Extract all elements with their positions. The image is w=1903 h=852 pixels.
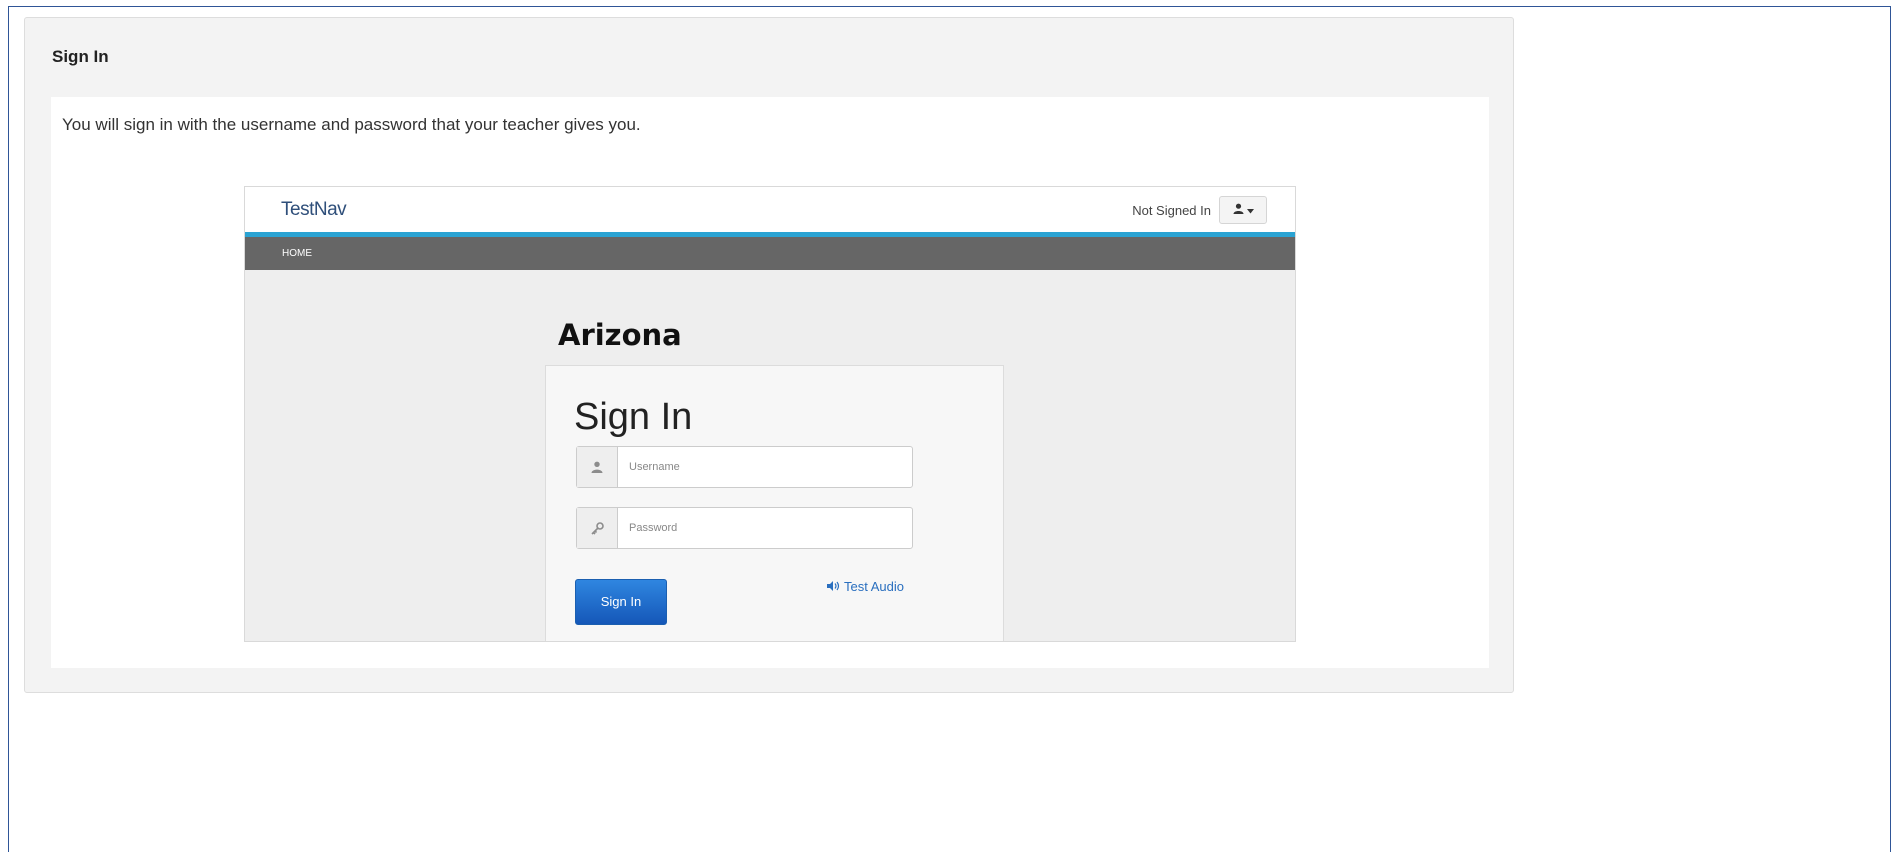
sign-in-status: Not Signed In (1132, 203, 1211, 218)
sign-in-button[interactable]: Sign In (575, 579, 667, 625)
test-audio-label: Test Audio (844, 579, 904, 594)
username-input[interactable] (618, 447, 912, 487)
password-group (576, 507, 913, 549)
testnav-screenshot: TestNav Not Signed In HOME Arizona Sign … (244, 186, 1296, 642)
instruction-panel: Sign In You will sign in with the userna… (24, 17, 1514, 693)
speaker-icon (827, 579, 840, 594)
user-icon (1233, 201, 1244, 219)
nav-home-link[interactable]: HOME (282, 248, 312, 259)
testnav-header: TestNav Not Signed In (245, 187, 1295, 237)
testnav-body: Arizona Sign In Username Sign In Test Au… (245, 270, 1295, 641)
login-card: Sign In Username Sign In Test Audio (545, 365, 1004, 641)
key-icon (577, 508, 618, 548)
state-title: Arizona (558, 318, 682, 352)
intro-text: You will sign in with the username and p… (62, 115, 641, 134)
username-group (576, 446, 913, 488)
test-audio-link[interactable]: Test Audio (827, 579, 904, 594)
login-title: Sign In (574, 396, 693, 438)
panel-heading: Sign In (52, 47, 109, 66)
testnav-logo: TestNav (281, 199, 347, 220)
instruction-body: You will sign in with the username and p… (51, 97, 1489, 668)
caret-down-icon (1246, 201, 1254, 219)
nav-bar: HOME (245, 237, 1295, 270)
user-menu-button[interactable] (1219, 196, 1267, 224)
password-input[interactable] (618, 508, 912, 548)
user-icon (577, 447, 618, 487)
